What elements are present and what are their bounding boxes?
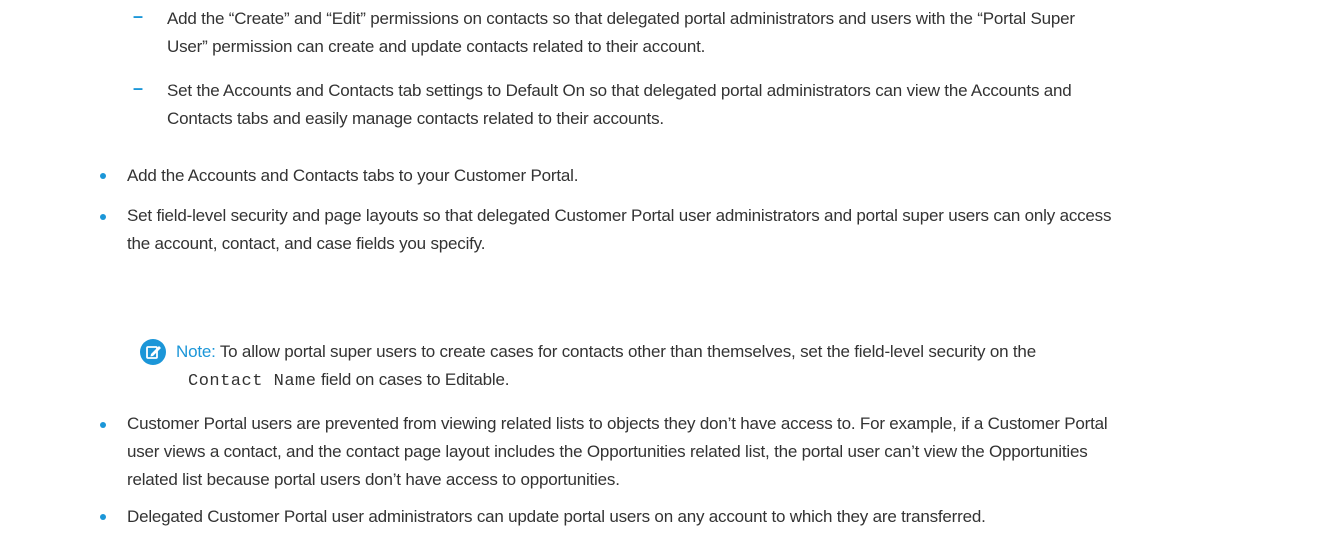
list-item-text: User” permission can create and update c… [167,37,706,56]
list-item-text: Add the Accounts and Contacts tabs to yo… [127,166,579,185]
dash-bullet: – [133,6,143,26]
list-item: Add the Accounts and Contacts tabs to yo… [127,162,578,190]
note-block: Note: To allow portal super users to cre… [176,338,1036,396]
note-label: Note: [176,342,216,361]
list-item: Set field-level security and page layout… [127,202,1111,258]
list-item-text: Customer Portal users are prevented from… [127,414,1108,433]
list-item: Set the Accounts and Contacts tab settin… [167,77,1072,133]
list-item: Delegated Customer Portal user administr… [127,503,986,531]
dash-bullet: – [133,78,143,98]
edit-note-icon [140,339,166,365]
bullet-dot [100,514,106,520]
bullet-dot [100,173,106,179]
list-item-text: Contacts tabs and easily manage contacts… [167,109,664,128]
list-item: Add the “Create” and “Edit” permissions … [167,5,1075,61]
list-item-text: Delegated Customer Portal user administr… [127,507,986,526]
list-item-text: user views a contact, and the contact pa… [127,442,1088,461]
list-item-text: Set field-level security and page layout… [127,206,1112,225]
list-item-text: Set the Accounts and Contacts tab settin… [167,81,1072,100]
list-item-text: the account, contact, and case fields yo… [127,234,486,253]
note-text: To allow portal super users to create ca… [219,342,1036,361]
bullet-dot [100,214,106,220]
list-item-text: related list because portal users don’t … [127,470,620,489]
code-field-name: Contact Name [188,372,317,391]
note-text: field on cases to Editable. [320,370,510,389]
list-item-text: Add the “Create” and “Edit” permissions … [167,9,1075,28]
list-item: Customer Portal users are prevented from… [127,410,1108,494]
bullet-dot [100,422,106,428]
document-page: – Add the “Create” and “Edit” permission… [0,0,1319,535]
